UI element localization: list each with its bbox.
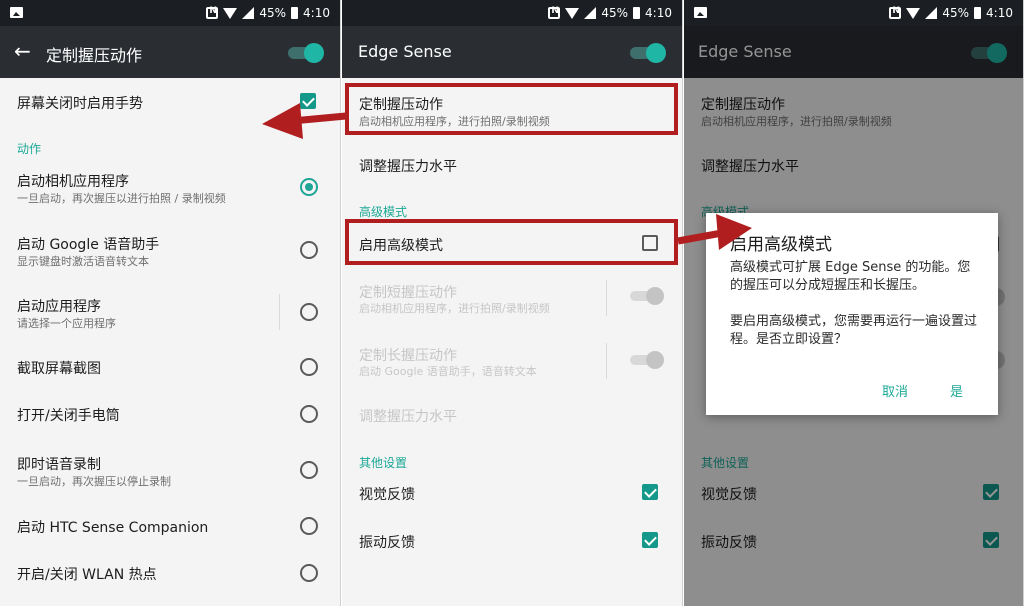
arrow-left-icon [262,103,347,139]
annotation-arrows [262,103,752,250]
arrow-right-icon [677,214,752,250]
